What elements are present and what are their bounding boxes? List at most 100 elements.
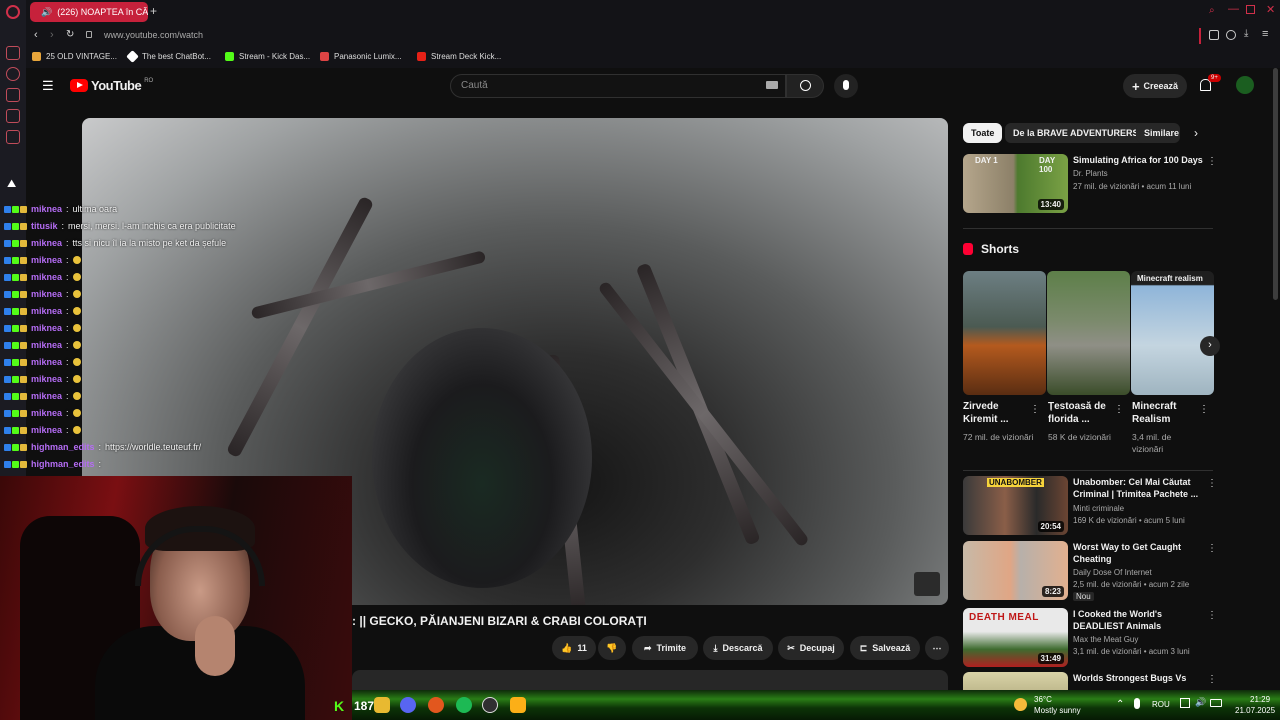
chat-username[interactable]: miknea bbox=[31, 204, 62, 214]
messenger-icon[interactable] bbox=[6, 46, 20, 60]
page-scrollbar[interactable] bbox=[1273, 68, 1278, 300]
more-options-icon[interactable]: ⋮ bbox=[1207, 156, 1217, 167]
save-button[interactable]: ⊏ Salvează bbox=[850, 636, 920, 660]
more-options-icon[interactable]: ⋮ bbox=[1114, 404, 1124, 415]
back-icon[interactable]: ‹ bbox=[34, 29, 38, 41]
language-indicator[interactable]: ROU bbox=[1152, 700, 1170, 709]
maximize-button[interactable] bbox=[1246, 5, 1255, 14]
opera-logo-icon[interactable] bbox=[6, 5, 20, 19]
video-title[interactable]: Unabomber: Cel Mai Căutat Criminal | Tri… bbox=[1073, 476, 1213, 500]
more-actions-button[interactable]: ⋯ bbox=[925, 636, 949, 660]
obs-icon[interactable] bbox=[482, 697, 498, 713]
video-title[interactable]: Worlds Strongest Bugs Vs bbox=[1073, 672, 1213, 684]
avatar[interactable] bbox=[1236, 76, 1254, 94]
bookmark-item[interactable]: Stream Deck Kick... bbox=[417, 52, 501, 61]
spotify-icon[interactable] bbox=[456, 697, 472, 713]
search-tabs-icon[interactable]: ⌕ bbox=[1209, 5, 1215, 16]
chat-username[interactable]: miknea bbox=[31, 255, 62, 265]
more-options-icon[interactable]: ⋮ bbox=[1207, 610, 1217, 621]
active-tab[interactable]: 🔊 (226) NOAPTEA în CĂ bbox=[30, 2, 148, 22]
short-thumbnail[interactable] bbox=[963, 271, 1046, 395]
recommended-video[interactable]: Worlds Strongest Bugs Vs ⋮ bbox=[963, 672, 1263, 690]
clock-time[interactable]: 21:29 bbox=[1250, 695, 1270, 704]
url-field[interactable]: www.youtube.com/watch bbox=[104, 30, 203, 40]
download-button[interactable]: ⤓ Descarcă bbox=[703, 636, 773, 660]
chat-username[interactable]: miknea bbox=[31, 374, 62, 384]
chat-username[interactable]: miknea bbox=[31, 306, 62, 316]
video-title[interactable]: Worst Way to Get Caught Cheating bbox=[1073, 541, 1213, 565]
video-title[interactable]: I Cooked the World's DEADLIEST Animals bbox=[1073, 608, 1213, 632]
recommended-video[interactable]: DAY 1 DAY 100 13:40 Simulating Africa fo… bbox=[963, 154, 1263, 214]
chip-related[interactable]: Similare bbox=[1136, 123, 1180, 143]
kick-app-icon[interactable]: K bbox=[334, 698, 344, 714]
short-title[interactable]: Zirvede Kiremit ... bbox=[963, 400, 1033, 426]
recommended-video[interactable]: 8:23 Worst Way to Get Caught Cheating Da… bbox=[963, 541, 1263, 601]
dislike-button[interactable]: 👎 bbox=[598, 636, 626, 660]
channel-name[interactable]: Dr. Plants bbox=[1073, 169, 1108, 178]
close-window-button[interactable]: ✕ bbox=[1266, 3, 1275, 16]
chat-username[interactable]: miknea bbox=[31, 238, 62, 248]
share-button[interactable]: ➦ Trimite bbox=[632, 636, 698, 660]
chat-username[interactable]: miknea bbox=[31, 289, 62, 299]
chat-username[interactable]: miknea bbox=[31, 323, 62, 333]
ai-icon[interactable]: ⛰ bbox=[7, 178, 16, 191]
chat-username[interactable]: miknea bbox=[31, 357, 62, 367]
channel-watermark-icon[interactable] bbox=[914, 572, 940, 596]
chip-all[interactable]: Toate bbox=[963, 123, 1003, 143]
weather-temp[interactable]: 36°C bbox=[1034, 695, 1052, 704]
chip-from-channel[interactable]: De la BRAVE ADVENTURERS bbox=[1005, 123, 1147, 143]
menu-icon[interactable]: ≡ bbox=[1262, 28, 1268, 40]
more-options-icon[interactable]: ⋮ bbox=[1207, 674, 1217, 685]
recommended-video[interactable]: DEATH MEAL 31:49 I Cooked the World's DE… bbox=[963, 608, 1263, 668]
bookmark-item[interactable]: Panasonic Lumix... bbox=[320, 52, 402, 61]
clip-button[interactable]: ✂ Decupaj bbox=[778, 636, 844, 660]
video-thumbnail[interactable]: DAY 1 DAY 100 13:40 bbox=[963, 154, 1068, 213]
description-box[interactable] bbox=[352, 670, 948, 690]
tray-overflow-icon[interactable]: ⌃ bbox=[1116, 699, 1124, 710]
shield-icon[interactable] bbox=[6, 109, 20, 123]
keyboard-icon[interactable] bbox=[766, 81, 778, 89]
download-icon[interactable]: ⤓ bbox=[1244, 28, 1248, 39]
short-title[interactable]: Țestoasă de florida ... bbox=[1048, 400, 1118, 426]
rockstar-icon[interactable] bbox=[510, 697, 526, 713]
chat-username[interactable]: miknea bbox=[31, 425, 62, 435]
history-icon[interactable] bbox=[6, 67, 20, 81]
speaker-icon[interactable]: 🔊 bbox=[1195, 697, 1206, 708]
short-thumbnail[interactable]: Minecraft realism bbox=[1131, 271, 1214, 395]
chat-username[interactable]: highman_edits bbox=[31, 459, 95, 469]
microphone-icon[interactable] bbox=[1134, 698, 1140, 709]
extensions-icon[interactable] bbox=[1209, 30, 1219, 40]
bag-icon[interactable] bbox=[6, 88, 20, 102]
channel-name[interactable]: Minti criminale bbox=[1073, 504, 1124, 513]
channel-name[interactable]: Max the Meat Guy bbox=[1073, 635, 1138, 644]
youtube-logo[interactable]: YouTube RO bbox=[70, 78, 153, 93]
bookmark-item[interactable]: Stream - Kick Das... bbox=[225, 52, 310, 61]
notifications-button[interactable]: 9+ bbox=[1200, 74, 1221, 96]
battery-icon[interactable] bbox=[1210, 699, 1222, 707]
create-button[interactable]: + Creează bbox=[1123, 74, 1187, 98]
more-options-icon[interactable]: ⋮ bbox=[1030, 404, 1040, 415]
settings-icon[interactable] bbox=[6, 130, 20, 144]
chat-username[interactable]: miknea bbox=[31, 272, 62, 282]
bookmark-item[interactable]: The best ChatBot... bbox=[126, 50, 211, 63]
chat-username[interactable]: titusik bbox=[31, 221, 58, 231]
bookmark-item[interactable]: 25 OLD VINTAGE... bbox=[32, 52, 117, 61]
short-title[interactable]: Minecraft Realism bbox=[1132, 400, 1202, 426]
clock-date[interactable]: 21.07.2025 bbox=[1235, 706, 1275, 715]
browser-icon[interactable] bbox=[428, 697, 444, 713]
video-thumbnail[interactable]: 8:23 bbox=[963, 541, 1068, 600]
video-thumbnail[interactable] bbox=[963, 672, 1068, 690]
weather-desc[interactable]: Mostly sunny bbox=[1034, 706, 1081, 715]
search-button[interactable] bbox=[786, 74, 824, 98]
voice-search-button[interactable] bbox=[834, 74, 858, 98]
video-thumbnail[interactable]: UNABOMBER 20:54 bbox=[963, 476, 1068, 535]
chat-username[interactable]: miknea bbox=[31, 391, 62, 401]
chat-username[interactable]: miknea bbox=[31, 340, 62, 350]
more-options-icon[interactable]: ⋮ bbox=[1199, 404, 1209, 415]
search-input[interactable]: Caută bbox=[450, 74, 786, 98]
new-tab-button[interactable]: + bbox=[150, 4, 157, 18]
video-title[interactable]: Simulating Africa for 100 Days bbox=[1073, 154, 1213, 166]
video-thumbnail[interactable]: DEATH MEAL 31:49 bbox=[963, 608, 1068, 667]
short-thumbnail[interactable] bbox=[1047, 271, 1130, 395]
file-explorer-icon[interactable] bbox=[374, 697, 390, 713]
